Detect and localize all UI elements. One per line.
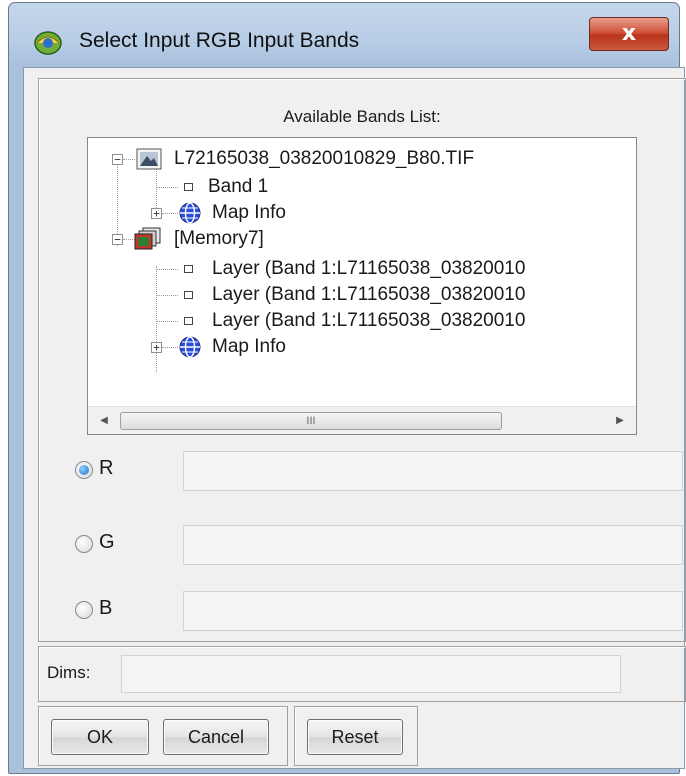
radio-r-label: R	[99, 457, 114, 479]
tree-node-map-info[interactable]: + Map Info	[88, 200, 636, 226]
band-leaf-icon	[184, 265, 193, 273]
scroll-thumb[interactable]: III	[120, 412, 502, 430]
globe-icon	[179, 202, 201, 224]
tree-node-memory[interactable]: − [Memory7]	[88, 226, 636, 252]
tree-content: − L72165038_03820010829_B80.TIF Band 1 +…	[88, 138, 636, 406]
tree-node-layer[interactable]: Layer (Band 1:L71165038_03820010	[88, 282, 636, 308]
reset-button[interactable]: Reset	[307, 719, 403, 755]
tree-node-file[interactable]: − L72165038_03820010829_B80.TIF	[88, 146, 636, 172]
memory-stack-icon	[134, 227, 161, 250]
band-leaf-icon	[184, 291, 193, 299]
node-label: Band 1	[208, 176, 269, 197]
radio-r[interactable]	[75, 461, 93, 479]
scroll-right-icon[interactable]: ▶	[610, 411, 630, 431]
horizontal-scrollbar[interactable]: ◀ III ▶	[88, 406, 636, 434]
envi-app-icon	[34, 31, 62, 55]
radio-g[interactable]	[75, 535, 93, 553]
band-selection-group: Available Bands List: − L72165038_038200…	[38, 78, 686, 642]
title-bar[interactable]: Select Input RGB Input Bands x	[9, 3, 679, 67]
tree-connector	[156, 269, 178, 270]
tree-connector	[162, 213, 178, 214]
node-label: Layer (Band 1:L71165038_03820010	[212, 258, 526, 279]
collapse-toggle[interactable]: −	[112, 154, 123, 165]
node-label: Layer (Band 1:L71165038_03820010	[212, 310, 526, 331]
cancel-button[interactable]: Cancel	[163, 719, 269, 755]
action-buttons-group: OK Cancel	[38, 706, 288, 766]
reset-button-group: Reset	[294, 706, 418, 766]
radio-b-label: B	[99, 597, 113, 619]
red-band-field[interactable]	[183, 451, 683, 491]
ok-button[interactable]: OK	[51, 719, 149, 755]
node-label: [Memory7]	[174, 228, 264, 249]
tree-connector	[156, 187, 178, 188]
scroll-left-icon[interactable]: ◀	[94, 411, 114, 431]
tree-node-layer[interactable]: Layer (Band 1:L71165038_03820010	[88, 256, 636, 282]
raster-file-icon	[136, 148, 162, 170]
dims-label: Dims:	[47, 663, 91, 682]
tree-node-layer[interactable]: Layer (Band 1:L71165038_03820010	[88, 308, 636, 334]
expand-toggle[interactable]: +	[151, 342, 162, 353]
available-bands-label: Available Bands List:	[283, 107, 441, 126]
node-label: Layer (Band 1:L71165038_03820010	[212, 284, 526, 305]
window-frame: Select Input RGB Input Bands x Available…	[8, 2, 686, 774]
tree-connector	[162, 347, 178, 348]
tree-connector	[123, 159, 135, 160]
collapse-toggle[interactable]: −	[112, 234, 123, 245]
globe-icon	[179, 336, 201, 358]
node-label: Map Info	[212, 336, 286, 357]
tree-node-band[interactable]: Band 1	[88, 174, 636, 200]
radio-g-label: G	[99, 531, 115, 553]
tree-connector	[156, 295, 178, 296]
band-leaf-icon	[184, 317, 193, 325]
tree-node-map-info[interactable]: + Map Info	[88, 334, 636, 360]
expand-toggle[interactable]: +	[151, 208, 162, 219]
close-button[interactable]: x	[589, 17, 669, 51]
radio-b[interactable]	[75, 601, 93, 619]
blue-band-field[interactable]	[183, 591, 683, 631]
band-leaf-icon	[184, 183, 193, 191]
select-bands-dialog: Select Input RGB Input Bands x Available…	[0, 0, 686, 776]
dialog-body: Available Bands List: − L72165038_038200…	[23, 67, 686, 769]
dims-group: Dims:	[38, 646, 686, 702]
tree-connector	[156, 321, 178, 322]
window-title: Select Input RGB Input Bands	[79, 29, 360, 52]
node-label: Map Info	[212, 202, 286, 223]
green-band-field[interactable]	[183, 525, 683, 565]
node-label: L72165038_03820010829_B80.TIF	[174, 148, 475, 169]
dims-field	[121, 655, 621, 693]
scroll-grip-icon: III	[306, 415, 316, 427]
available-bands-tree[interactable]: − L72165038_03820010829_B80.TIF Band 1 +…	[87, 137, 637, 435]
